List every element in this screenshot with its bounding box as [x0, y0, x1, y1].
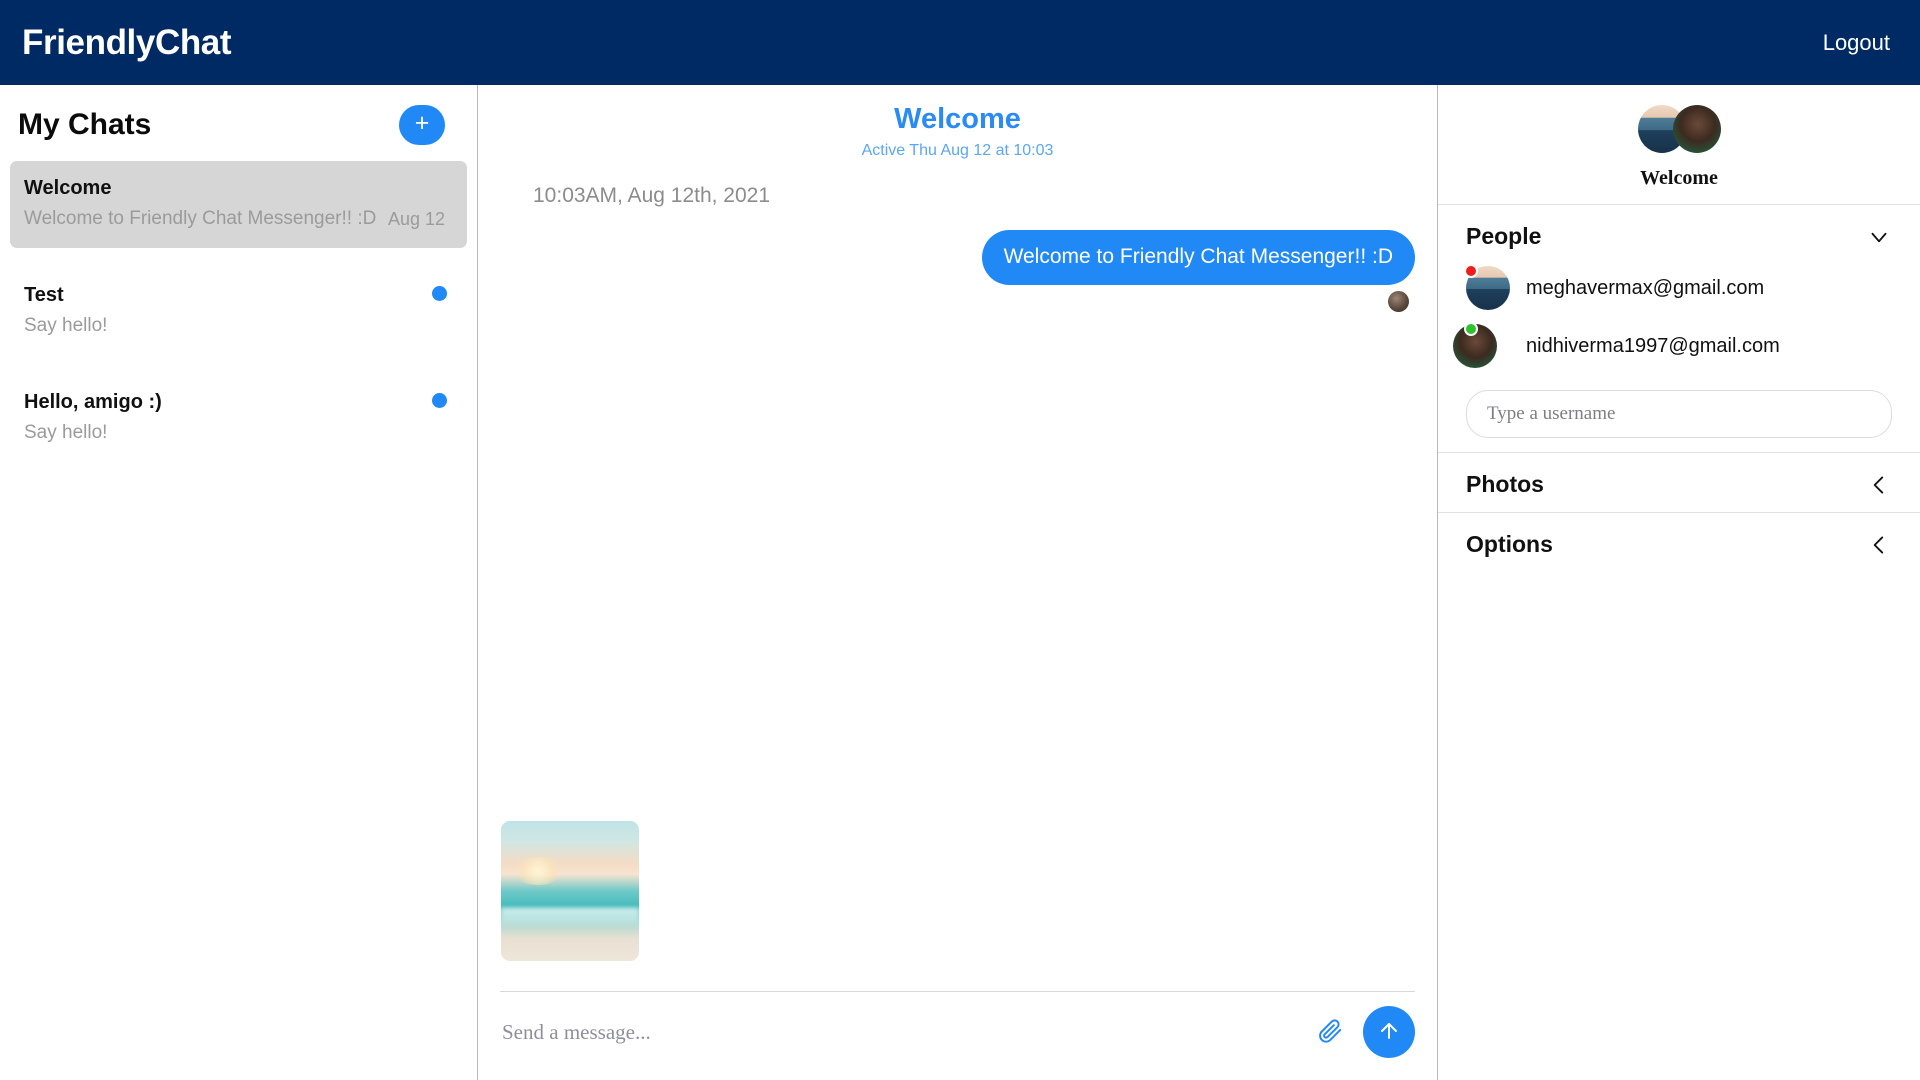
app-body: My Chats + Welcome Welcome to Friendly C… [0, 85, 1920, 1080]
message-composer [478, 821, 1437, 1080]
chevron-down-icon[interactable] [1866, 224, 1892, 250]
section-title: Options [1466, 531, 1553, 557]
group-avatar-2 [1672, 105, 1721, 153]
composer-bar [500, 991, 1415, 1058]
chat-item-preview: Welcome to Friendly Chat Messenger!! :D [24, 208, 377, 229]
chat-sidebar: My Chats + Welcome Welcome to Friendly C… [0, 85, 478, 1080]
attach-file-button[interactable] [1303, 1012, 1357, 1053]
friendlychat-app: FriendlyChat Logout My Chats + Welcome W… [0, 0, 1920, 1080]
chat-item-meta: Say hello! [24, 315, 449, 337]
message-row-outgoing: Welcome to Friendly Chat Messenger!! :D [500, 230, 1415, 312]
chat-item-name: Test [24, 284, 64, 306]
chat-list-item-test[interactable]: Test Say hello! [10, 268, 467, 355]
section-title: Photos [1466, 471, 1544, 497]
section-photos: Photos [1438, 452, 1920, 512]
chat-item-meta: Welcome to Friendly Chat Messenger!! :D … [24, 208, 449, 230]
attachment-image-preview[interactable] [501, 821, 639, 961]
section-options: Options [1438, 512, 1920, 572]
arrow-up-icon [1377, 1019, 1401, 1046]
people-list: meghavermax@gmail.com nidhiverma1997@gma… [1453, 264, 1892, 368]
person-email: nidhiverma1997@gmail.com [1526, 334, 1780, 357]
section-people-header[interactable]: People [1466, 223, 1892, 250]
status-online-icon [1464, 322, 1478, 336]
message-list[interactable]: 10:03AM, Aug 12th, 2021 Welcome to Frien… [478, 168, 1437, 821]
chat-item-meta: Say hello! [24, 422, 449, 444]
chat-item-preview: Say hello! [24, 315, 108, 336]
unread-indicator-icon [432, 286, 447, 301]
logout-button[interactable]: Logout [1823, 30, 1890, 56]
conversation-header: Welcome Active Thu Aug 12 at 10:03 [478, 85, 1437, 168]
paperclip-icon [1317, 1018, 1343, 1047]
sidebar-title: My Chats [18, 108, 152, 141]
chat-list[interactable]: Welcome Welcome to Friendly Chat Messeng… [0, 161, 477, 1080]
group-header: Welcome [1438, 85, 1920, 204]
section-title: People [1466, 223, 1542, 249]
details-panel: Welcome People meghavermax@gmail.com nid… [1438, 85, 1920, 1080]
person-list-item[interactable]: nidhiverma1997@gmail.com [1453, 322, 1892, 368]
chat-item-name: Welcome [24, 177, 112, 199]
app-brand-title: FriendlyChat [22, 22, 232, 62]
section-people: People meghavermax@gmail.com nidhiverma1… [1438, 204, 1920, 452]
group-name: Welcome [1640, 167, 1718, 189]
section-options-header[interactable]: Options [1466, 531, 1892, 558]
message-bubble: Welcome to Friendly Chat Messenger!! :D [981, 230, 1415, 285]
message-timestamp: 10:03AM, Aug 12th, 2021 [533, 184, 771, 208]
chat-item-name: Hello, amigo :) [24, 391, 162, 413]
group-avatar-pair [1438, 105, 1920, 153]
message-sender-avatar [1388, 290, 1409, 312]
add-chat-button[interactable]: + [399, 105, 445, 145]
person-avatar-wrap [1464, 264, 1510, 310]
sidebar-header: My Chats + [0, 85, 477, 161]
add-username-input[interactable] [1466, 390, 1892, 438]
section-photos-header[interactable]: Photos [1466, 471, 1892, 498]
person-avatar-wrap [1453, 322, 1510, 368]
chat-list-item-welcome[interactable]: Welcome Welcome to Friendly Chat Messeng… [10, 161, 467, 248]
chat-item-preview: Say hello! [24, 422, 108, 443]
unread-indicator-icon [432, 393, 447, 408]
person-list-item[interactable]: meghavermax@gmail.com [1464, 264, 1892, 310]
message-input[interactable] [500, 1009, 1303, 1055]
chat-item-date: Aug 12 [387, 208, 445, 229]
chevron-left-icon[interactable] [1866, 532, 1892, 558]
app-header: FriendlyChat Logout [0, 0, 1920, 85]
send-message-button[interactable] [1363, 1006, 1415, 1058]
conversation-title: Welcome [894, 103, 1021, 135]
chat-list-item-hello-amigo[interactable]: Hello, amigo :) Say hello! [10, 375, 467, 462]
conversation-active-status: Active Thu Aug 12 at 10:03 [861, 142, 1054, 160]
conversation-panel: Welcome Active Thu Aug 12 at 10:03 10:03… [478, 85, 1438, 1080]
status-offline-icon [1464, 264, 1478, 278]
chevron-left-icon[interactable] [1866, 472, 1892, 498]
person-email: meghavermax@gmail.com [1526, 276, 1765, 299]
